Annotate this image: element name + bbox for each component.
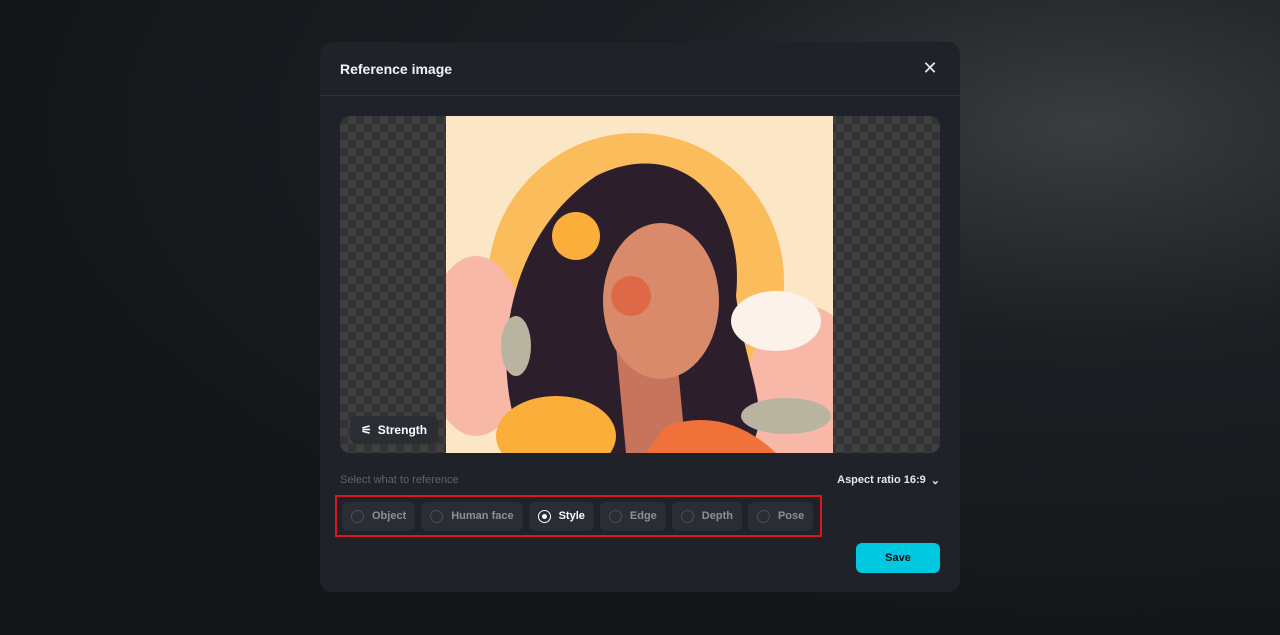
strength-button[interactable]: ⚟ Strength (350, 416, 439, 444)
option-pose[interactable]: Pose (747, 501, 814, 531)
option-label: Object (372, 510, 407, 522)
option-label: Human face (451, 510, 514, 522)
reference-label: Select what to reference (340, 474, 459, 486)
radio-icon (351, 509, 364, 523)
aspect-ratio-value: Aspect ratio 16:9 (837, 474, 926, 486)
radio-icon (608, 509, 622, 523)
option-human-face[interactable]: Human face (421, 501, 523, 531)
option-label: Edge (629, 510, 657, 522)
option-label: Pose (777, 510, 805, 522)
option-object[interactable]: Object (342, 501, 416, 531)
image-preview: ⚟ Strength (340, 116, 940, 453)
option-label: Depth (701, 510, 733, 522)
dialog-title: Reference image (340, 60, 453, 77)
radio-icon (680, 509, 694, 523)
option-depth[interactable]: Depth (671, 501, 742, 531)
sliders-icon: ⚟ (361, 423, 372, 437)
option-style[interactable]: Style (528, 501, 594, 531)
strength-label: Strength (377, 423, 428, 437)
reference-options: Object Human face Style Edge Depth Pose (335, 495, 822, 537)
close-icon[interactable]: ✕ (920, 58, 940, 79)
option-edge[interactable]: Edge (599, 501, 666, 531)
reference-image-dialog: Reference image ✕ ⚟ Strength Select what… (320, 42, 960, 592)
reference-illustration (446, 116, 833, 453)
save-button[interactable]: Save (856, 543, 940, 573)
radio-icon (756, 509, 770, 523)
option-label: Style (558, 510, 585, 522)
aspect-ratio-dropdown[interactable]: Aspect ratio 16:9 ⌄ (837, 474, 940, 487)
dialog-header: Reference image ✕ (320, 42, 960, 96)
chevron-down-icon: ⌄ (930, 475, 940, 487)
radio-selected-icon (537, 509, 551, 523)
radio-icon (430, 509, 444, 523)
